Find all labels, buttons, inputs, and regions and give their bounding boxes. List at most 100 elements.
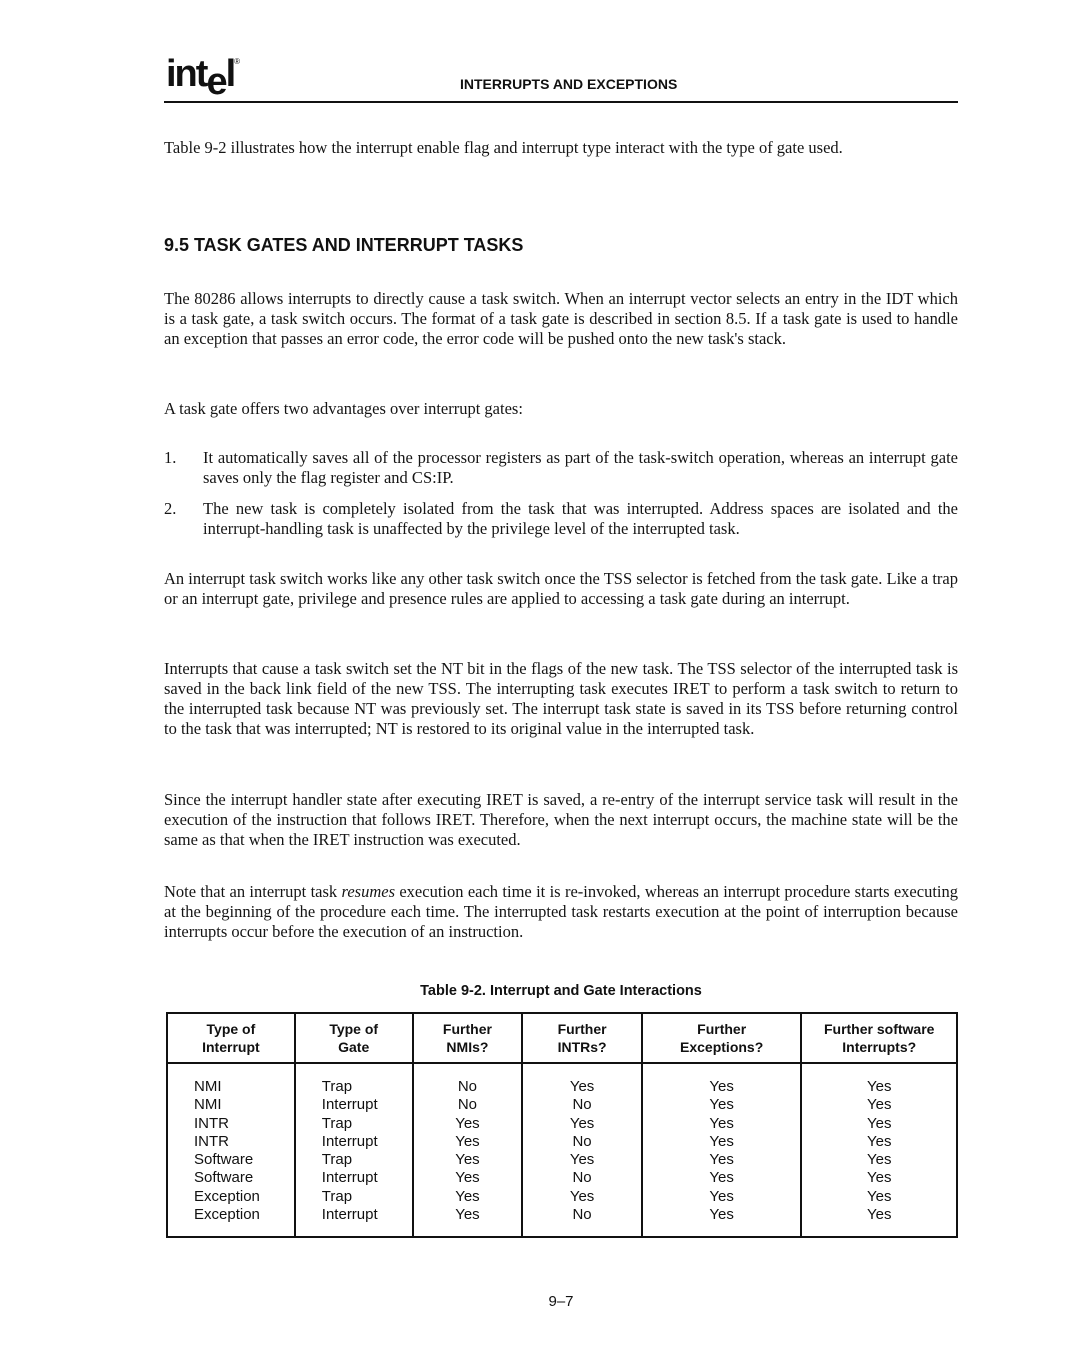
table-cell: Interrupt (293, 1206, 414, 1239)
table-row: Software Interrupt Yes No Yes Yes (166, 1169, 958, 1188)
table-cell: Yes (640, 1151, 803, 1170)
table-cell: Yes (640, 1063, 803, 1097)
table-cell: Yes (521, 1114, 643, 1133)
section-heading: 9.5 TASK GATES AND INTERRUPT TASKS (164, 235, 524, 255)
paragraph-resumes: Note that an interrupt task resumes exec… (164, 882, 958, 942)
table-cell: Yes (800, 1063, 958, 1097)
table-row: NMI Interrupt No No Yes Yes (166, 1096, 958, 1115)
table-cell: Yes (800, 1206, 958, 1239)
table-cell: Yes (800, 1132, 958, 1152)
header-rule (164, 101, 958, 103)
logo-text: int (166, 53, 208, 95)
table-cell: Yes (411, 1169, 524, 1188)
table-cell: Exception (166, 1187, 296, 1207)
page-header: intel® INTERRUPTS AND EXCEPTIONS (164, 52, 958, 102)
table-cell: Yes (800, 1096, 958, 1115)
table-caption: Table 9-2. Interrupt and Gate Interactio… (420, 983, 702, 999)
column-header-line: Exceptions? (680, 1039, 764, 1055)
table-row: NMI Trap No Yes Yes Yes (166, 1063, 958, 1097)
column-header-line: Further (557, 1021, 607, 1037)
column-header: Further Exceptions? (640, 1012, 803, 1064)
interrupt-gate-table: Type of Interrupt Type of Gate Further NMIs? F… (166, 1012, 958, 1239)
paragraph-interrupt-task-switch: An interrupt task switch works like any … (164, 569, 958, 608)
table-cell: No (521, 1096, 643, 1115)
table-cell: Trap (293, 1114, 414, 1133)
table-cell: Trap (293, 1151, 414, 1170)
table-cell: NMI (166, 1096, 296, 1115)
list-number: 1. (164, 448, 177, 467)
table-cell: No (521, 1206, 643, 1239)
table-cell: Interrupt (293, 1132, 414, 1152)
table-row: Exception Trap Yes Yes Yes Yes (166, 1187, 958, 1207)
table-cell: INTR (166, 1114, 296, 1133)
table-row: Exception Interrupt Yes No Yes Yes (166, 1206, 958, 1239)
list-text: It automatically saves all of the proces… (203, 448, 958, 487)
table-cell: Yes (800, 1169, 958, 1188)
table-cell: INTR (166, 1132, 296, 1152)
column-header-line: Interrupt (202, 1039, 260, 1055)
table-cell: Yes (411, 1206, 524, 1239)
table-cell: Yes (640, 1206, 803, 1239)
column-header-line: Interrupts? (842, 1039, 917, 1055)
table-cell: NMI (166, 1063, 296, 1097)
column-header: Type of Interrupt (166, 1012, 296, 1064)
table-cell: Interrupt (293, 1096, 414, 1115)
registered-mark-icon: ® (234, 57, 240, 66)
column-header-line: Further (697, 1021, 747, 1037)
paragraph-advantages-intro: A task gate offers two advantages over i… (164, 399, 523, 418)
intel-logo: intel® (166, 53, 240, 104)
table-row: Software Trap Yes Yes Yes Yes (166, 1151, 958, 1170)
list-text: The new task is completely isolated from… (203, 499, 958, 538)
table-cell: Yes (411, 1132, 524, 1152)
table-cell: Yes (800, 1114, 958, 1133)
column-header-line: Further software (823, 1021, 935, 1037)
table-cell: Yes (411, 1114, 524, 1133)
column-header: Further software Interrupts? (800, 1012, 958, 1064)
emphasis-resumes: resumes (341, 882, 395, 901)
table-cell: Yes (640, 1132, 803, 1152)
table-cell: Yes (640, 1114, 803, 1133)
table-cell: Yes (640, 1169, 803, 1188)
table-cell: Interrupt (293, 1169, 414, 1188)
column-header-line: INTRs? (557, 1039, 607, 1055)
running-head: INTERRUPTS AND EXCEPTIONS (460, 76, 678, 92)
column-header-line: Type of (206, 1021, 256, 1037)
column-header: Type of Gate (293, 1012, 414, 1064)
table-cell: Yes (640, 1187, 803, 1207)
logo-l: l (225, 53, 236, 95)
table-cell: Yes (800, 1151, 958, 1170)
table-cell: Exception (166, 1206, 296, 1239)
table-cell: Yes (521, 1151, 643, 1170)
page-number: 9–7 (548, 1293, 574, 1310)
table-cell: Software (166, 1151, 296, 1170)
table-cell: Yes (521, 1063, 643, 1097)
column-header-line: Gate (338, 1039, 370, 1055)
table-cell: Trap (293, 1063, 414, 1097)
table-cell: No (411, 1096, 524, 1115)
table-cell: Trap (293, 1187, 414, 1207)
table-cell: No (411, 1063, 524, 1097)
column-header-line: Further (442, 1021, 492, 1037)
paragraph-task-switch: The 80286 allows interrupts to directly … (164, 289, 958, 348)
paragraph-iret-reentry: Since the interrupt handler state after … (164, 790, 958, 849)
table-cell: No (521, 1132, 643, 1152)
column-header-line: NMIs? (446, 1039, 489, 1055)
table-cell: Software (166, 1169, 296, 1188)
table-row: INTR Trap Yes Yes Yes Yes (166, 1114, 958, 1133)
paragraph-nt-bit: Interrupts that cause a task switch set … (164, 659, 958, 738)
intro-paragraph: Table 9-2 illustrates how the interrupt … (164, 138, 843, 157)
logo-e: e (206, 61, 227, 103)
column-header-line: Type of (329, 1021, 379, 1037)
table-cell: No (521, 1169, 643, 1188)
table-cell: Yes (411, 1151, 524, 1170)
table-cell: Yes (411, 1187, 524, 1207)
text-run: Note that an interrupt task (164, 882, 342, 901)
table-row: INTR Interrupt Yes No Yes Yes (166, 1132, 958, 1152)
table-cell: Yes (640, 1096, 803, 1115)
table-body: NMI Trap No Yes Yes Yes NMI Interrupt No No Yes Yes… (166, 1063, 958, 1239)
table-cell: Yes (800, 1187, 958, 1207)
column-header: Further NMIs? (411, 1012, 524, 1064)
table-cell: Yes (521, 1187, 643, 1207)
column-header: Further INTRs? (521, 1012, 643, 1064)
list-number: 2. (164, 499, 177, 518)
